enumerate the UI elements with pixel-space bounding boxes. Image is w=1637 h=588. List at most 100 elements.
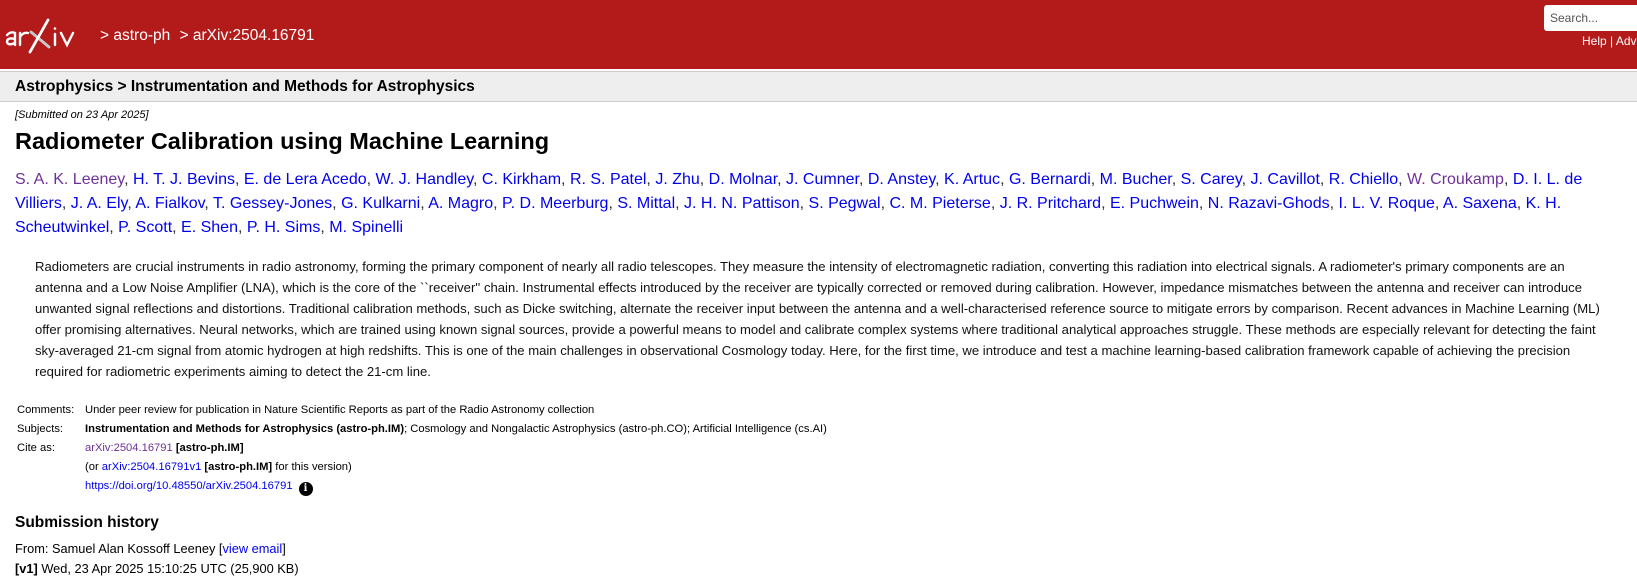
author-separator: , bbox=[699, 171, 709, 188]
view-email-link[interactable]: view email bbox=[222, 541, 282, 556]
author-separator: , bbox=[608, 195, 618, 212]
info-icon[interactable]: i bbox=[298, 482, 313, 496]
author-separator: , bbox=[675, 195, 685, 212]
author-link[interactable]: M. Bucher bbox=[1100, 171, 1172, 188]
author-link[interactable]: R. S. Patel bbox=[570, 171, 646, 188]
submission-from: From: Samuel Alan Kossoff Leeney [view e… bbox=[15, 541, 286, 556]
author-link[interactable]: G. Kulkarni bbox=[341, 195, 420, 212]
author-link[interactable]: W. J. Handley bbox=[376, 171, 474, 188]
author-link[interactable]: P. H. Sims bbox=[247, 219, 321, 236]
abstract: Radiometers are crucial instruments in r… bbox=[35, 259, 1600, 379]
author-link[interactable]: A. Fialkov bbox=[135, 195, 204, 212]
author-link[interactable]: H. T. J. Bevins bbox=[133, 171, 235, 188]
empty-label bbox=[15, 461, 85, 480]
author-link[interactable]: E. Puchwein bbox=[1110, 195, 1199, 212]
author-link[interactable]: J. A. Ely bbox=[71, 195, 128, 212]
comments-label: Comments: bbox=[17, 404, 75, 416]
author-separator: , bbox=[1241, 171, 1251, 188]
author-link[interactable]: P. Scott bbox=[118, 219, 172, 236]
author-link[interactable]: G. Bernardi bbox=[1009, 171, 1091, 188]
arxiv-logo[interactable] bbox=[4, 14, 96, 54]
comments-value: Under peer review for publication in Nat… bbox=[85, 404, 595, 416]
author-separator: , bbox=[61, 195, 71, 212]
author-separator: , bbox=[1171, 171, 1181, 188]
author-separator: , bbox=[1329, 195, 1339, 212]
author-separator: , bbox=[320, 219, 330, 236]
author-link[interactable]: J. R. Pritchard bbox=[1000, 195, 1101, 212]
header-links: Help | Adv bbox=[1582, 34, 1637, 48]
category-bar: Astrophysics > Instrumentation and Metho… bbox=[0, 71, 1637, 102]
cite-or-prefix: (or bbox=[85, 461, 102, 473]
cite-v1-link[interactable]: arXiv:2504.16791v1 bbox=[102, 461, 202, 473]
header-breadcrumb: > astro-ph > arXiv:2504.16791 bbox=[100, 27, 319, 45]
author-link[interactable]: E. Shen bbox=[181, 219, 238, 236]
from-prefix: From: Samuel Alan Kossoff Leeney [ bbox=[15, 541, 223, 556]
author-link[interactable]: T. Gessey-Jones bbox=[213, 195, 332, 212]
author-link[interactable]: S. A. K. Leeney bbox=[15, 171, 124, 188]
breadcrumb-item-astro-ph[interactable]: > astro-ph bbox=[100, 27, 170, 44]
author-link[interactable]: N. Razavi-Ghods bbox=[1208, 195, 1330, 212]
author-link[interactable]: D. Molnar bbox=[709, 171, 777, 188]
author-separator: , bbox=[204, 195, 214, 212]
author-link[interactable]: J. H. N. Pattison bbox=[684, 195, 800, 212]
author-link[interactable]: M. Spinelli bbox=[329, 219, 403, 236]
author-separator: , bbox=[234, 171, 244, 188]
advanced-search-link[interactable]: Adv bbox=[1616, 34, 1637, 48]
empty-label bbox=[15, 480, 85, 499]
author-link[interactable]: C. Kirkham bbox=[482, 171, 561, 188]
author-link[interactable]: P. D. Meerburg bbox=[502, 195, 608, 212]
author-link[interactable]: D. Anstey bbox=[868, 171, 935, 188]
author-separator: , bbox=[935, 171, 945, 188]
author-link[interactable]: J. Cumner bbox=[786, 171, 859, 188]
cite-version-value: (or arXiv:2504.16791v1 [astro-ph.IM] for… bbox=[85, 461, 827, 480]
cite-version-row: (or arXiv:2504.16791v1 [astro-ph.IM] for… bbox=[15, 461, 827, 480]
subjects-row: Subjects: Instrumentation and Methods fo… bbox=[15, 423, 827, 442]
author-link[interactable]: K. Artuc bbox=[944, 171, 1000, 188]
version-v1: [v1] Wed, 23 Apr 2025 15:10:25 UTC (25,9… bbox=[15, 561, 299, 576]
author-link[interactable]: J. Zhu bbox=[655, 171, 699, 188]
cite-label: Cite as: bbox=[17, 442, 55, 454]
breadcrumb-item-arxiv-id: > arXiv:2504.16791 bbox=[179, 27, 315, 44]
author-separator: , bbox=[1090, 171, 1100, 188]
author-separator: , bbox=[646, 171, 656, 188]
help-link[interactable]: Help bbox=[1582, 34, 1607, 48]
author-separator: , bbox=[332, 195, 342, 212]
author-separator: , bbox=[1398, 171, 1408, 188]
author-separator: , bbox=[237, 219, 247, 236]
site-header: > astro-ph > arXiv:2504.16791 Help | Adv bbox=[0, 0, 1637, 69]
doi-row: https://doi.org/10.48550/arXiv.2504.1679… bbox=[15, 480, 827, 499]
author-link[interactable]: I. L. V. Roque bbox=[1339, 195, 1435, 212]
author-separator: , bbox=[1516, 195, 1526, 212]
author-separator: , bbox=[1434, 195, 1443, 212]
author-link[interactable]: A. Magro bbox=[428, 195, 493, 212]
author-link[interactable]: S. Carey bbox=[1181, 171, 1242, 188]
author-link[interactable]: E. de Lera Acedo bbox=[244, 171, 367, 188]
author-separator: , bbox=[124, 171, 133, 188]
author-link[interactable]: R. Chiello bbox=[1329, 171, 1398, 188]
version-details: Wed, 23 Apr 2025 15:10:25 UTC (25,900 KB… bbox=[37, 561, 299, 576]
doi-link[interactable]: https://doi.org/10.48550/arXiv.2504.1679… bbox=[85, 480, 293, 492]
author-separator: , bbox=[1503, 171, 1513, 188]
cite-v1-category: [astro-ph.IM] bbox=[204, 461, 273, 473]
subjects-label: Subjects: bbox=[17, 423, 64, 435]
search-input[interactable] bbox=[1544, 5, 1637, 31]
author-separator: , bbox=[493, 195, 503, 212]
author-link[interactable]: S. Pegwal bbox=[809, 195, 881, 212]
author-link[interactable]: S. Mittal bbox=[617, 195, 675, 212]
submission-dateline: [Submitted on 23 Apr 2025] bbox=[15, 109, 149, 121]
author-link[interactable]: J. Cavillot bbox=[1251, 171, 1320, 188]
author-separator: , bbox=[799, 195, 809, 212]
author-link[interactable]: W. Croukamp bbox=[1407, 171, 1504, 188]
author-link[interactable]: A. Saxena bbox=[1443, 195, 1517, 212]
author-link[interactable]: C. M. Pieterse bbox=[889, 195, 990, 212]
author-separator: , bbox=[561, 171, 570, 188]
paper-title: Radiometer Calibration using Machine Lea… bbox=[15, 128, 550, 154]
submission-history-title: Submission history bbox=[15, 514, 159, 531]
cite-arxiv-link[interactable]: arXiv:2504.16791 bbox=[85, 442, 173, 454]
comments-row: Comments: Under peer review for publicat… bbox=[15, 404, 827, 423]
author-separator: , bbox=[1319, 171, 1329, 188]
cite-row: Cite as: arXiv:2504.16791 [astro-ph.IM] bbox=[15, 442, 827, 461]
cite-or-suffix: for this version) bbox=[272, 461, 352, 473]
cite-value: arXiv:2504.16791 [astro-ph.IM] bbox=[85, 442, 827, 461]
author-separator: , bbox=[990, 195, 1000, 212]
